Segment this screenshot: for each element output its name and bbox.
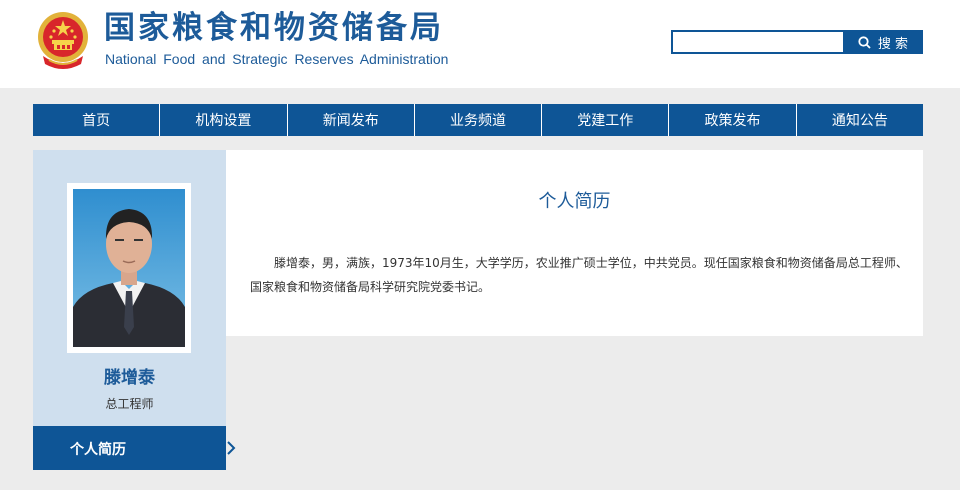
resume-content: 个人简历 滕增泰，男，满族，1973年10月生，大学学历，农业推广硕士学位，中共… xyxy=(226,150,923,336)
nav-item-party[interactable]: 党建工作 xyxy=(542,104,670,136)
profile-sidebar: 滕增泰 总工程师 个人简历 xyxy=(33,150,236,470)
resume-tab[interactable]: 个人简历 xyxy=(33,426,236,470)
nav-item-notices[interactable]: 通知公告 xyxy=(797,104,923,136)
person-position: 总工程师 xyxy=(105,397,154,411)
site-title-english: National Food and Strategic Reserves Adm… xyxy=(105,51,449,67)
search-button[interactable]: 搜 索 xyxy=(843,30,923,54)
photo-frame xyxy=(67,183,191,353)
portrait-photo xyxy=(73,189,185,347)
bio-text: 滕增泰，男，满族，1973年10月生，大学学历，农业推广硕士学位，中共党员。现任… xyxy=(250,256,908,294)
national-emblem-icon[interactable] xyxy=(35,10,91,72)
nav-item-business[interactable]: 业务频道 xyxy=(415,104,543,136)
resume-tab-label: 个人简历 xyxy=(70,442,126,458)
site-title: 国家粮食和物资储备局 xyxy=(104,10,444,46)
search-button-label: 搜 索 xyxy=(877,36,909,52)
chevron-right-icon xyxy=(227,441,236,455)
search-input[interactable] xyxy=(671,30,849,54)
site-header: 国家粮食和物资储备局 National Food and Strategic R… xyxy=(0,0,960,88)
nav-item-policy[interactable]: 政策发布 xyxy=(669,104,797,136)
nav-item-organization[interactable]: 机构设置 xyxy=(160,104,288,136)
main-nav: 首页 机构设置 新闻发布 业务频道 党建工作 政策发布 通知公告 xyxy=(33,104,923,136)
content-title: 个人简历 xyxy=(538,191,611,212)
search-icon xyxy=(858,35,871,49)
search-bar: 搜 索 xyxy=(671,30,923,54)
nav-item-news[interactable]: 新闻发布 xyxy=(288,104,415,136)
person-name: 滕增泰 xyxy=(104,368,155,388)
nav-item-home[interactable]: 首页 xyxy=(33,104,161,136)
